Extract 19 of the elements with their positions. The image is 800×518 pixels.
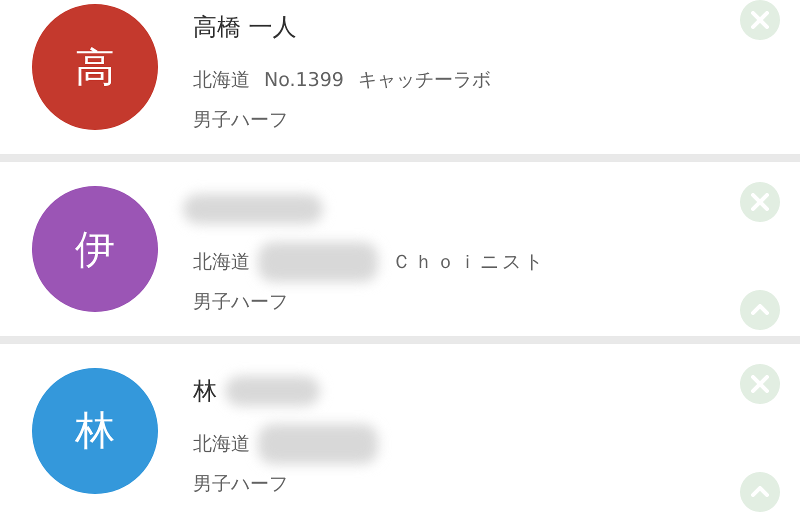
race-category: 男子ハーフ: [193, 290, 289, 315]
team-name: Ｃｈｏｉニスト: [392, 250, 546, 275]
chevron-up-icon[interactable]: [740, 472, 780, 512]
runner-name: 林: [193, 376, 217, 406]
avatar: 林: [32, 368, 158, 494]
team-name: キャッチーラボ: [358, 68, 491, 93]
prefecture: 北海道: [193, 68, 250, 93]
avatar: 伊: [32, 186, 158, 312]
race-category: 男子ハーフ: [193, 108, 289, 133]
race-category: 男子ハーフ: [193, 472, 289, 497]
close-icon[interactable]: [740, 0, 780, 40]
avatar: 高: [32, 4, 158, 130]
close-icon[interactable]: [740, 182, 780, 222]
prefecture: 北海道: [193, 250, 250, 275]
close-icon[interactable]: [740, 364, 780, 404]
bib-number: No.1399: [264, 68, 344, 93]
chevron-up-icon[interactable]: [740, 290, 780, 330]
runner-name: 高橋 一人: [193, 12, 297, 42]
prefecture: 北海道: [193, 432, 250, 457]
